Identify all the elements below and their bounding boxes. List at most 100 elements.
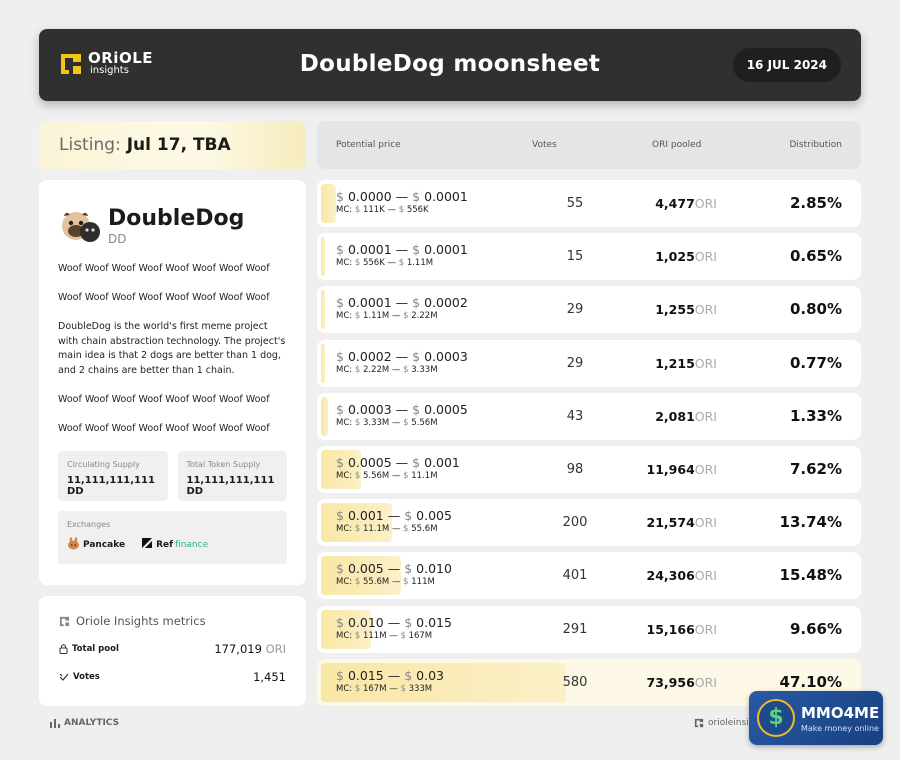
currency-symbol: $ — [336, 561, 344, 576]
mc-label: MC: — [336, 205, 353, 215]
mc-from: 1.11M — [362, 311, 390, 321]
metrics-title: Oriole Insights metrics — [76, 614, 206, 628]
project-name: DoubleDog — [108, 206, 245, 231]
oriole-footer-logo-icon — [694, 718, 704, 728]
range-dash: — — [391, 311, 401, 321]
total-supply-value: 11,111,111,111 DD — [186, 474, 275, 497]
mc-from: 55.6M — [362, 577, 390, 587]
footer-analytics: ANALYTICS — [50, 718, 119, 728]
price-range-main: $ 0.0002 — $ 0.0003 — [336, 349, 468, 364]
row-votes: 43 — [566, 409, 584, 424]
total-pool-label: Total pool — [72, 644, 119, 654]
currency-symbol: $ — [354, 631, 361, 641]
row-ori-pooled: 1,255ORI — [655, 302, 717, 317]
mc-label: MC: — [336, 471, 353, 481]
table-row[interactable]: $ 0.0001 — $ 0.0001 MC: $ 556K — $ 1.11M 1… — [317, 233, 861, 280]
mmo4me-badge[interactable]: MMO4ME Make money online — [749, 691, 883, 745]
pooled-unit: ORI — [694, 515, 717, 530]
pooled-value: 2,081 — [655, 409, 695, 424]
range-dash: — — [391, 471, 401, 481]
currency-symbol: $ — [412, 402, 421, 417]
mc-to: 3.33M — [411, 365, 438, 375]
range-dash: — — [387, 258, 396, 268]
total-supply-label: Total Token Supply — [186, 459, 261, 469]
mc-label: MC: — [336, 258, 353, 268]
row-ori-pooled: 2,081ORI — [655, 409, 717, 424]
badge-subtitle: Make money online — [801, 724, 879, 733]
row-votes: 29 — [566, 356, 584, 371]
table-row[interactable]: $ 0.0001 — $ 0.0002 MC: $ 1.11M — $ 2.22M… — [317, 286, 861, 333]
range-dash: — — [387, 615, 401, 630]
price-range-main: $ 0.001 — $ 0.005 — [336, 508, 452, 523]
row-votes: 98 — [566, 462, 584, 477]
price-range-main: $ 0.0000 — $ 0.0001 — [336, 189, 468, 204]
mc-label: MC: — [336, 524, 353, 534]
range-dash: — — [395, 455, 409, 470]
mc-label: MC: — [336, 365, 353, 375]
row-distribution: 0.65% — [789, 247, 842, 265]
price-range-main: $ 0.015 — $ 0.03 — [336, 668, 444, 683]
badge-title: MMO4ME — [801, 704, 880, 722]
price-from: 0.0003 — [347, 402, 392, 417]
circulating-supply-value: 11,111,111,111 DD — [67, 474, 155, 497]
pooled-unit: ORI — [694, 302, 717, 317]
range-dash: — — [395, 402, 409, 417]
table-row[interactable]: $ 0.005 — $ 0.010 MC: $ 55.6M — $ 111M 401… — [317, 552, 861, 599]
currency-symbol: $ — [400, 631, 406, 641]
description-paragraph: Woof Woof Woof Woof Woof Woof Woof Woof — [58, 292, 270, 303]
price-to: 0.015 — [416, 615, 452, 630]
circulating-supply-label: Circulating Supply — [67, 459, 140, 469]
oriole-small-logo-icon — [59, 616, 70, 627]
currency-symbol: $ — [412, 242, 421, 257]
votes-value: 1,451 — [253, 670, 286, 684]
ref-finance-icon — [141, 537, 153, 552]
table-row[interactable]: $ 0.010 — $ 0.015 MC: $ 111M — $ 167M 291 1… — [317, 606, 861, 653]
project-description: Woof Woof Woof Woof Woof Woof Woof Woof … — [58, 262, 287, 436]
price-range-main: $ 0.0001 — $ 0.0001 — [336, 242, 468, 257]
listing-value: Jul 17, TBA — [126, 135, 231, 155]
pooled-value: 21,574 — [646, 515, 695, 530]
distribution-bar — [321, 397, 328, 436]
currency-symbol: $ — [398, 258, 405, 268]
row-ori-pooled: 4,477ORI — [655, 196, 717, 211]
price-range-main: $ 0.010 — $ 0.015 — [336, 615, 452, 630]
currency-symbol: $ — [403, 471, 409, 481]
price-range-main: $ 0.0001 — $ 0.0002 — [336, 295, 468, 310]
table-row[interactable]: $ 0.0005 — $ 0.001 MC: $ 5.56M — $ 11.1M 9… — [317, 446, 861, 493]
exchange-ref-finance[interactable]: Ref finance — [141, 537, 208, 552]
price-from: 0.0002 — [347, 349, 392, 364]
table-row[interactable]: $ 0.001 — $ 0.005 MC: $ 11.1M — $ 55.6M 20… — [317, 499, 861, 546]
mc-label: MC: — [336, 684, 353, 694]
mc-from: 111K — [362, 205, 385, 215]
currency-symbol: $ — [404, 508, 413, 523]
row-votes: 291 — [562, 622, 588, 637]
lock-icon — [59, 644, 68, 654]
mc-from: 3.33M — [362, 418, 390, 428]
votes-icon — [59, 672, 69, 682]
price-from: 0.0001 — [347, 295, 392, 310]
market-cap-range: MC: $ 11.1M — $ 55.6M — [336, 523, 452, 535]
currency-symbol: $ — [336, 349, 344, 364]
pooled-unit: ORI — [694, 249, 717, 264]
mc-to: 11.1M — [411, 471, 438, 481]
circulating-supply-box: Circulating Supply 11,111,111,111 DD — [58, 450, 168, 501]
pooled-value: 11,964 — [646, 462, 695, 477]
price-range: $ 0.0001 — $ 0.0001 MC: $ 556K — $ 1.11M — [336, 242, 468, 269]
header-bar: ORiOLE insights DoubleDog moonsheet 16 J… — [39, 29, 861, 101]
exchange-pancake[interactable]: Pancake — [67, 536, 125, 553]
range-dash: — — [395, 242, 409, 257]
table-row[interactable]: $ 0.0000 — $ 0.0001 MC: $ 111K — $ 556K 55… — [317, 180, 861, 227]
price-from: 0.005 — [347, 561, 384, 576]
table-row[interactable]: $ 0.0002 — $ 0.0003 MC: $ 2.22M — $ 3.33M… — [317, 340, 861, 387]
currency-symbol: $ — [336, 402, 344, 417]
currency-symbol: $ — [354, 471, 361, 481]
currency-symbol: $ — [354, 311, 361, 321]
table-header: Potential price Votes ORI pooled Distrib… — [317, 121, 861, 169]
table-row[interactable]: $ 0.0003 — $ 0.0005 MC: $ 3.33M — $ 5.56M… — [317, 393, 861, 440]
currency-symbol: $ — [398, 205, 405, 215]
price-range: $ 0.0003 — $ 0.0005 MC: $ 3.33M — $ 5.56M — [336, 402, 468, 429]
distribution-bar — [321, 344, 325, 383]
currency-symbol: $ — [336, 508, 344, 523]
pooled-value: 24,306 — [646, 568, 695, 583]
row-ori-pooled: 15,166ORI — [647, 622, 717, 637]
